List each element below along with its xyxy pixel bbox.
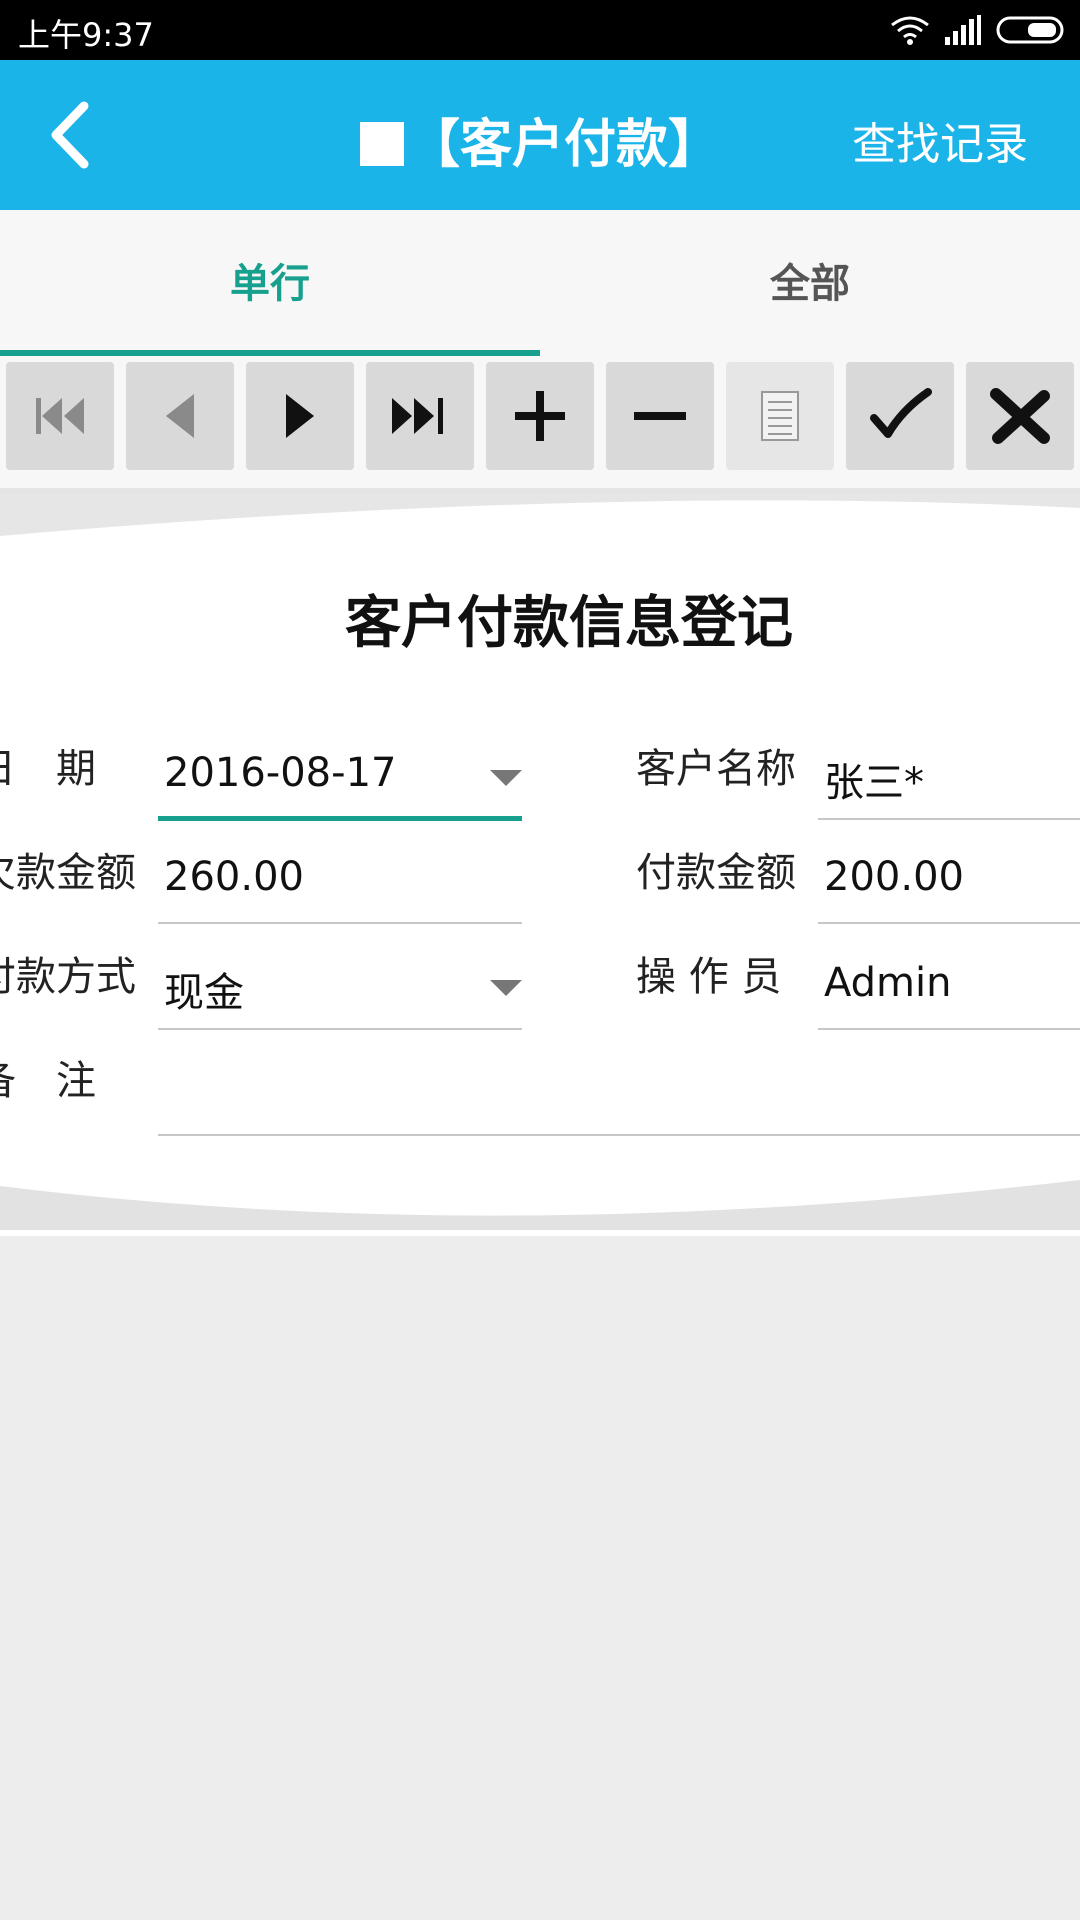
first-icon	[36, 398, 84, 434]
payment-amount-field[interactable]: 200.00	[824, 854, 964, 900]
document-button[interactable]	[726, 362, 834, 470]
tab-all[interactable]: 全部	[540, 210, 1080, 356]
remark-label: 备 注	[0, 1058, 96, 1104]
last-record-button[interactable]	[366, 362, 474, 470]
confirm-button[interactable]	[846, 362, 954, 470]
add-icon	[515, 391, 565, 441]
find-records-button[interactable]: 查找记录	[852, 108, 1028, 172]
tab-bar: 单行 全部	[0, 210, 1080, 356]
receivable-label: 欠款金额	[0, 850, 136, 896]
cancel-button[interactable]	[966, 362, 1074, 470]
page-title-text: 【客户付款】	[407, 115, 720, 175]
status-bar: 上午9:37	[0, 0, 1080, 60]
close-icon	[990, 388, 1050, 444]
chevron-down-icon[interactable]	[490, 770, 522, 786]
add-record-button[interactable]	[486, 362, 594, 470]
document-icon	[761, 391, 799, 441]
remark-underline	[158, 1134, 1080, 1136]
status-time: 上午9:37	[18, 16, 154, 54]
tab-single-row[interactable]: 单行	[0, 210, 540, 356]
first-record-button[interactable]	[6, 362, 114, 470]
payment-method-underline	[158, 1028, 522, 1030]
status-icons	[890, 12, 1068, 48]
delete-record-button[interactable]	[606, 362, 714, 470]
operator-field[interactable]: Admin	[824, 960, 951, 1006]
form-title: 客户付款信息登记	[345, 591, 793, 656]
next-icon	[286, 394, 314, 438]
card-bottom-curve	[0, 1180, 1080, 1236]
next-record-button[interactable]	[246, 362, 354, 470]
last-icon	[392, 398, 443, 434]
record-toolbar	[0, 356, 1080, 488]
payment-method-label: 付款方式	[0, 954, 136, 1000]
check-icon	[870, 388, 932, 438]
customer-name-label: 客户名称	[636, 746, 796, 792]
form-card: 客户付款信息登记 日 期 2016-08-17 客户名称 张三* 欠款金额 26…	[0, 488, 1080, 1236]
payment-method-field[interactable]: 现金	[164, 960, 244, 1018]
minus-icon	[634, 412, 686, 420]
prev-record-button[interactable]	[126, 362, 234, 470]
date-underline	[158, 816, 522, 821]
date-label: 日 期	[0, 746, 96, 792]
signal-icon	[945, 15, 981, 45]
receivable-field[interactable]: 260.00	[164, 854, 304, 900]
wifi-icon	[891, 16, 929, 45]
card-top-curve	[0, 488, 1080, 536]
app-bar: 【客户付款】 查找记录	[0, 60, 1080, 210]
operator-label: 操 作 员	[636, 954, 782, 1000]
customer-name-underline	[818, 818, 1080, 820]
payment-amount-label: 付款金额	[636, 850, 796, 896]
payment-amount-underline	[818, 922, 1080, 924]
square-icon	[359, 122, 404, 166]
operator-underline	[818, 1028, 1080, 1030]
chevron-down-icon[interactable]	[490, 980, 522, 996]
customer-name-field[interactable]: 张三*	[824, 750, 924, 808]
battery-icon	[996, 16, 1064, 44]
receivable-underline	[158, 922, 522, 924]
date-field[interactable]: 2016-08-17	[164, 750, 396, 796]
prev-icon	[166, 394, 194, 438]
